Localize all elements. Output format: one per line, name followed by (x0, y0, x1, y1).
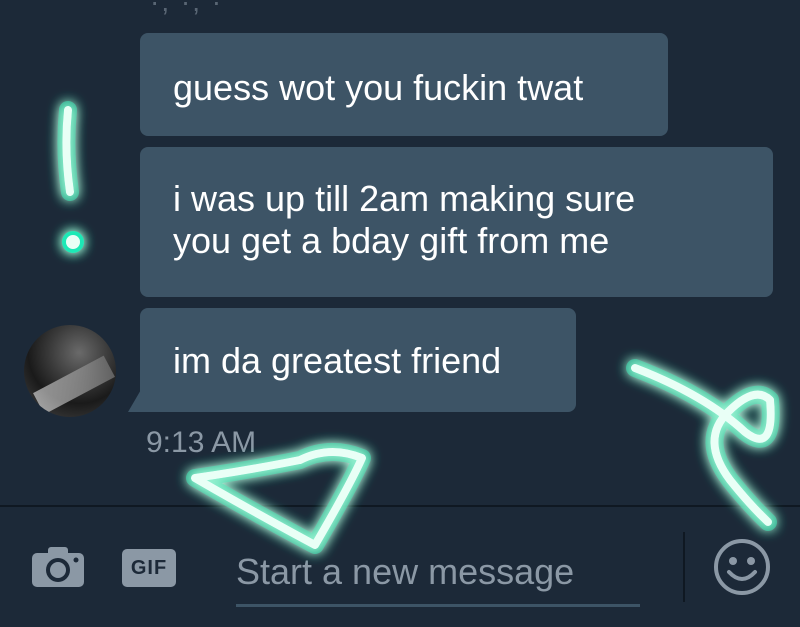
message-bubble[interactable]: im da greatest friend (140, 308, 576, 412)
avatar[interactable] (24, 325, 116, 417)
message-text: guess wot you fuckin twat (173, 67, 584, 108)
message-bubble[interactable]: guess wot you fuckin twat (140, 33, 668, 136)
message-text: im da greatest friend (173, 340, 502, 381)
conversation-area: ·, ·, · guess wot you fuckin twat i was … (0, 0, 800, 505)
message-input[interactable] (236, 540, 640, 607)
gif-label: GIF (130, 557, 168, 579)
message-text: i was up till 2am making sure (173, 178, 636, 219)
smiley-icon[interactable] (713, 538, 771, 596)
camera-icon[interactable] (30, 545, 86, 589)
message-timestamp: 9:13 AM (146, 426, 257, 459)
previous-timestamp-fragment: ·, ·, · (150, 0, 224, 17)
message-bubble[interactable]: i was up till 2am making sure you get a … (140, 147, 773, 297)
message-text: you get a bday gift from me (173, 220, 610, 261)
gif-button[interactable]: GIF (122, 549, 176, 587)
composer-divider (683, 532, 685, 602)
